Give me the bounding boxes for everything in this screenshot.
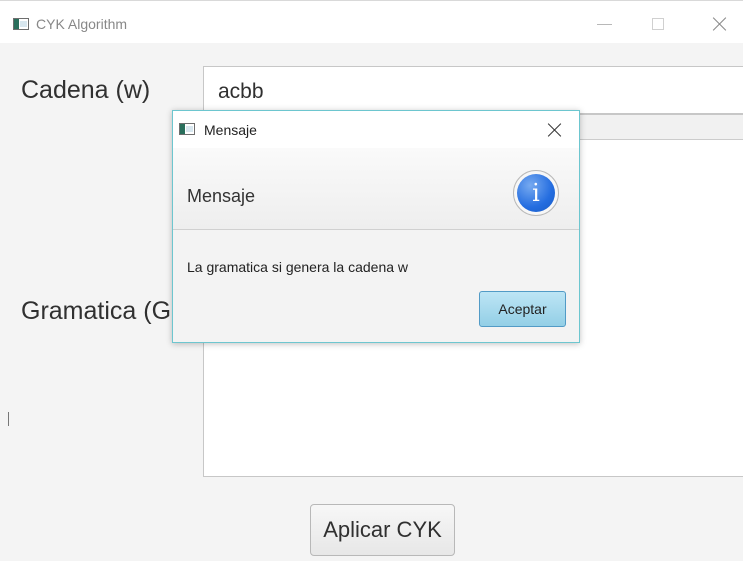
maximize-icon [652, 18, 664, 30]
close-icon [713, 17, 727, 31]
dialog-header: Mensaje i [173, 148, 579, 230]
main-window: CYK Algorithm Cadena (w) acbb Gramatica … [0, 0, 743, 561]
dialog-message: La gramatica si genera la cadena w [187, 259, 409, 275]
dialog-title-bar[interactable]: Mensaje [173, 111, 579, 148]
dialog-title: Mensaje [204, 122, 257, 138]
info-icon-glyph: i [517, 174, 555, 212]
dialog-header-text: Mensaje [187, 186, 256, 206]
string-label: Cadena (w) [21, 76, 151, 104]
dialog-app-icon [179, 123, 195, 135]
apply-cyk-button[interactable]: Aplicar CYK [310, 504, 455, 556]
accept-button[interactable]: Aceptar [479, 291, 566, 327]
minimize-button[interactable] [581, 9, 627, 39]
window-title: CYK Algorithm [36, 16, 128, 32]
window-title-bar[interactable]: CYK Algorithm [0, 0, 743, 43]
maximize-button[interactable] [635, 9, 681, 39]
dialog-close-button[interactable] [537, 113, 573, 147]
application-icon [13, 18, 29, 30]
grammar-label: Gramatica (G [21, 297, 172, 325]
minimize-icon [596, 23, 612, 25]
close-button[interactable] [697, 9, 743, 39]
info-icon: i [513, 170, 559, 216]
left-edge-marker [8, 412, 9, 426]
string-input[interactable]: acbb [203, 66, 743, 114]
close-icon [548, 123, 562, 137]
message-dialog: Mensaje Mensaje i La gramatica si genera… [172, 110, 580, 343]
